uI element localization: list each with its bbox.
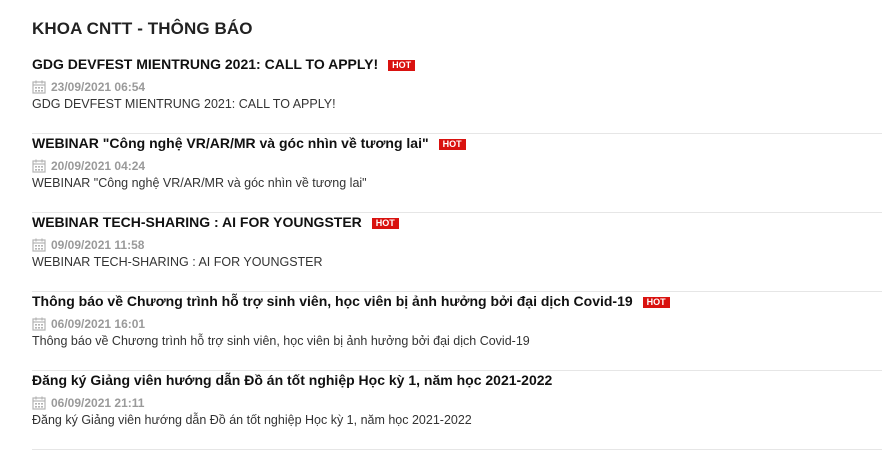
news-item: WEBINAR "Công nghệ VR/AR/MR và góc nhìn … bbox=[32, 134, 882, 213]
news-item: Thông báo về Chương trình hỗ trợ sinh vi… bbox=[32, 292, 882, 371]
news-summary: Thông báo về Chương trình hỗ trợ sinh vi… bbox=[32, 334, 530, 348]
news-title-link[interactable]: Thông báo về Chương trình hỗ trợ sinh vi… bbox=[32, 293, 633, 309]
news-title-link[interactable]: WEBINAR TECH-SHARING : AI FOR YOUNGSTER bbox=[32, 214, 362, 230]
hot-badge: HOT bbox=[438, 138, 466, 150]
news-date-row: 06/09/2021 21:11 bbox=[32, 396, 144, 410]
calendar-icon bbox=[32, 396, 46, 410]
news-date: 06/09/2021 16:01 bbox=[51, 317, 146, 331]
news-title-row: Đăng ký Giảng viên hướng dẫn Đồ án tốt n… bbox=[32, 372, 552, 388]
news-date: 23/09/2021 06:54 bbox=[51, 80, 146, 94]
news-item: WEBINAR TECH-SHARING : AI FOR YOUNGSTER … bbox=[32, 213, 882, 292]
news-date: 09/09/2021 11:58 bbox=[51, 238, 145, 252]
news-item: Đăng ký Giảng viên hướng dẫn Đồ án tốt n… bbox=[32, 371, 882, 450]
news-title-row: GDG DEVFEST MIENTRUNG 2021: CALL TO APPL… bbox=[32, 56, 416, 72]
calendar-icon bbox=[32, 238, 46, 252]
news-date: 06/09/2021 21:11 bbox=[51, 396, 145, 410]
news-title-row: WEBINAR TECH-SHARING : AI FOR YOUNGSTER … bbox=[32, 214, 399, 230]
news-date-row: 23/09/2021 06:54 bbox=[32, 80, 145, 94]
news-summary: WEBINAR TECH-SHARING : AI FOR YOUNGSTER bbox=[32, 255, 323, 269]
news-title-link[interactable]: Đăng ký Giảng viên hướng dẫn Đồ án tốt n… bbox=[32, 372, 552, 388]
news-date-row: 06/09/2021 16:01 bbox=[32, 317, 145, 331]
hot-badge: HOT bbox=[371, 217, 399, 229]
calendar-icon bbox=[32, 80, 46, 94]
news-date: 20/09/2021 04:24 bbox=[51, 159, 146, 173]
news-title-row: WEBINAR "Công nghệ VR/AR/MR và góc nhìn … bbox=[32, 135, 466, 151]
hot-badge: HOT bbox=[388, 59, 416, 71]
news-date-row: 20/09/2021 04:24 bbox=[32, 159, 145, 173]
news-title-link[interactable]: GDG DEVFEST MIENTRUNG 2021: CALL TO APPL… bbox=[32, 56, 378, 72]
calendar-icon bbox=[32, 317, 46, 331]
section-title: KHOA CNTT - THÔNG BÁO bbox=[32, 19, 253, 38]
news-summary: GDG DEVFEST MIENTRUNG 2021: CALL TO APPL… bbox=[32, 97, 336, 111]
news-summary: Đăng ký Giảng viên hướng dẫn Đồ án tốt n… bbox=[32, 413, 472, 427]
news-item: GDG DEVFEST MIENTRUNG 2021: CALL TO APPL… bbox=[32, 55, 882, 134]
calendar-icon bbox=[32, 159, 46, 173]
news-title-link[interactable]: WEBINAR "Công nghệ VR/AR/MR và góc nhìn … bbox=[32, 135, 429, 151]
news-summary: WEBINAR "Công nghệ VR/AR/MR và góc nhìn … bbox=[32, 176, 367, 190]
news-title-row: Thông báo về Chương trình hỗ trợ sinh vi… bbox=[32, 293, 670, 309]
news-list: GDG DEVFEST MIENTRUNG 2021: CALL TO APPL… bbox=[32, 55, 882, 450]
hot-badge: HOT bbox=[642, 296, 670, 308]
news-date-row: 09/09/2021 11:58 bbox=[32, 238, 144, 252]
